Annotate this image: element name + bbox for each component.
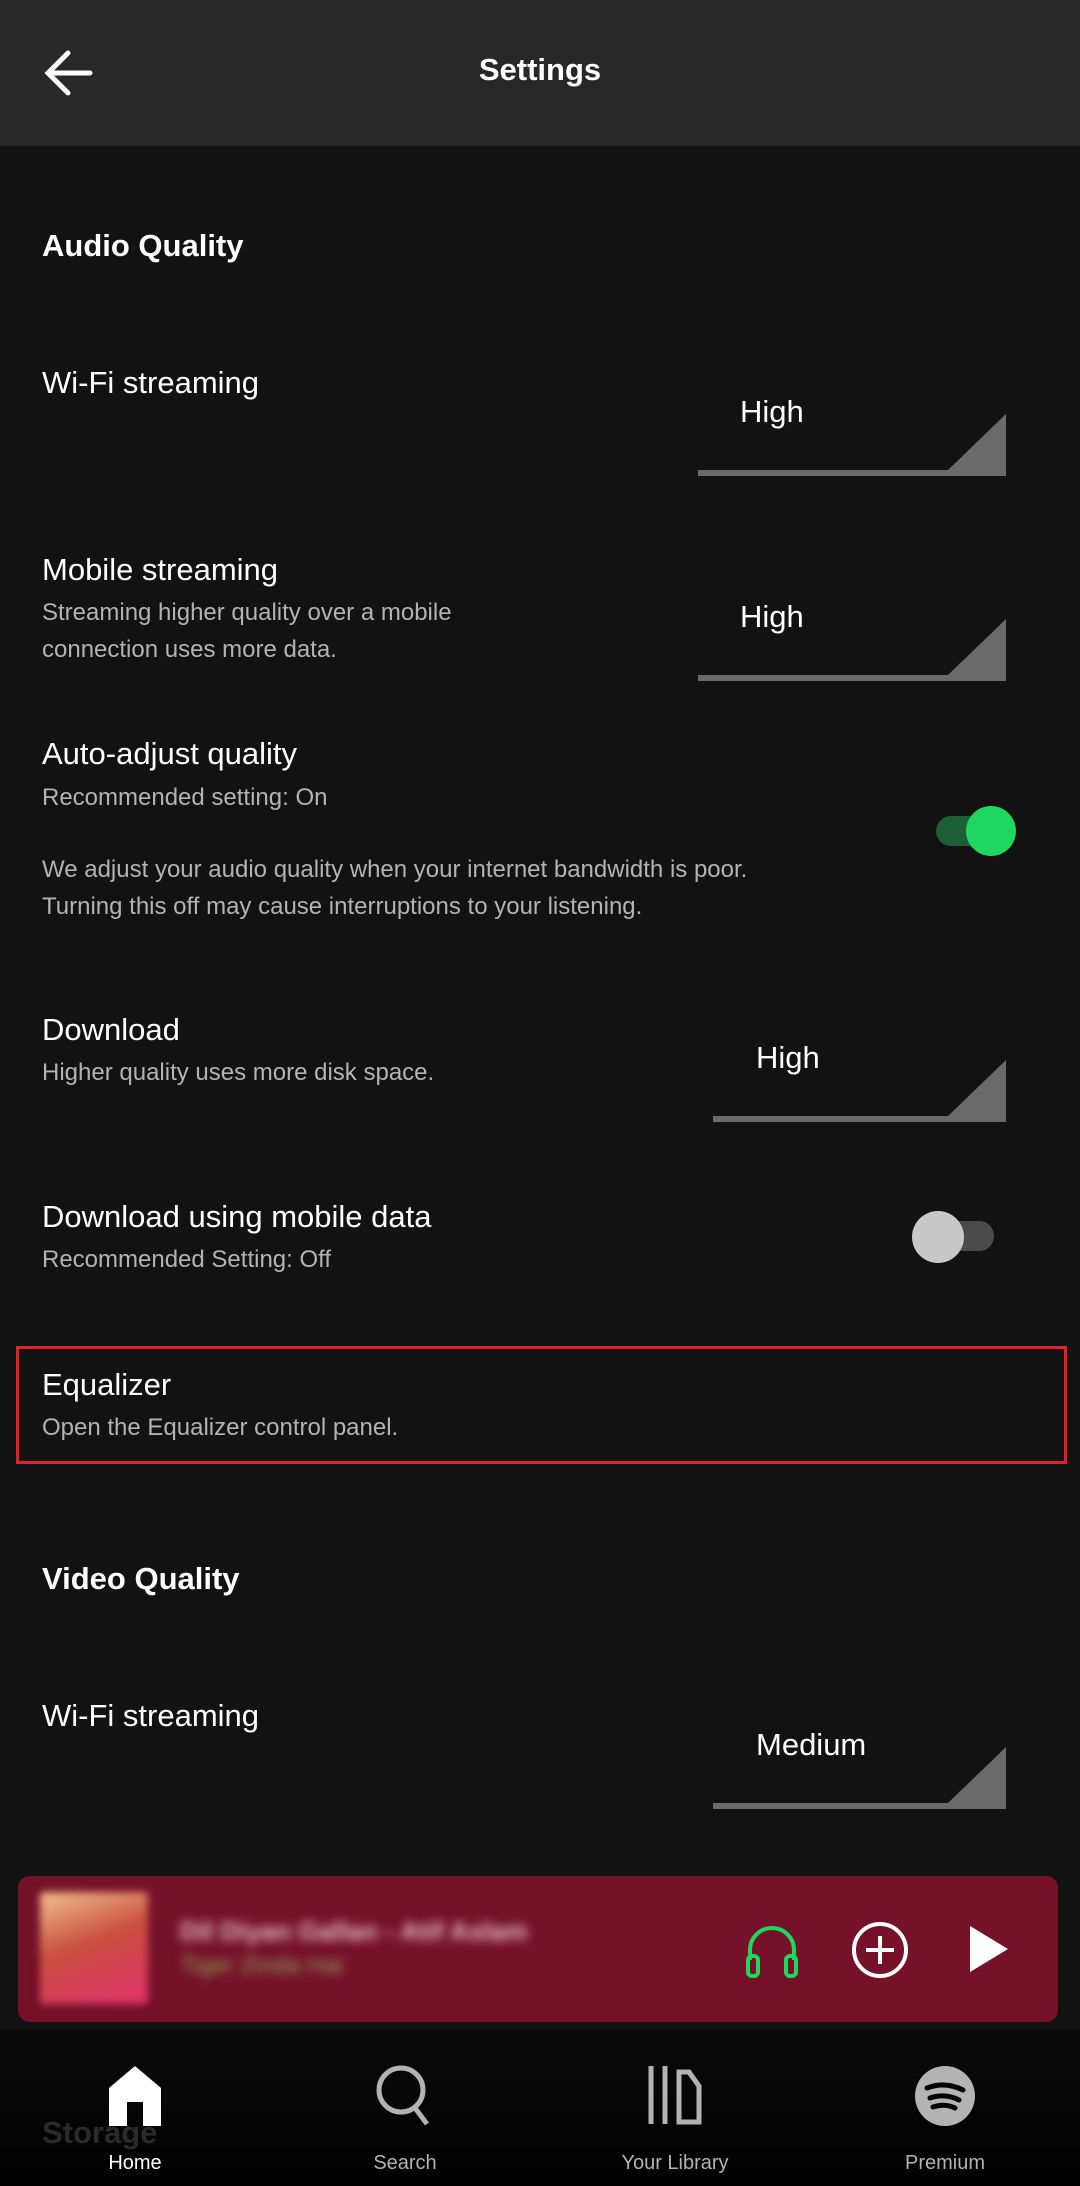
auto-adjust-title: Auto-adjust quality bbox=[42, 736, 298, 771]
auto-adjust-desc: We adjust your audio quality when your i… bbox=[42, 856, 748, 883]
auto-adjust-toggle[interactable] bbox=[936, 806, 1020, 856]
equalizer-desc: Open the Equalizer control panel. bbox=[42, 1414, 399, 1441]
download-mobile-rec: Recommended Setting: Off bbox=[42, 1246, 332, 1273]
app-header: Settings bbox=[0, 0, 1080, 146]
mobile-streaming-desc-2: connection uses more data. bbox=[42, 636, 337, 663]
song-artist: Tiger Zinda Hai bbox=[180, 1952, 344, 1979]
download-quality-select[interactable]: High bbox=[713, 1040, 1006, 1122]
auto-adjust-desc-2: Turning this off may cause interruptions… bbox=[42, 893, 643, 920]
add-circle-icon[interactable] bbox=[850, 1920, 910, 1980]
audio-quality-heading: Audio Quality bbox=[42, 228, 244, 263]
headphones-icon[interactable] bbox=[742, 1920, 802, 1980]
page-title: Settings bbox=[478, 52, 602, 87]
download-title: Download bbox=[42, 1012, 180, 1047]
wifi-streaming-title: Wi-Fi streaming bbox=[42, 365, 260, 400]
mobile-streaming-select[interactable]: High bbox=[698, 599, 1006, 681]
mobile-streaming-title: Mobile streaming bbox=[42, 552, 279, 587]
wifi-streaming-select[interactable]: High bbox=[698, 394, 1006, 476]
download-mobile-title: Download using mobile data bbox=[42, 1199, 432, 1234]
video-quality-heading: Video Quality bbox=[42, 1561, 240, 1596]
download-mobile-toggle[interactable] bbox=[912, 1209, 1002, 1263]
download-desc: Higher quality uses more disk space. bbox=[42, 1059, 435, 1086]
dropdown-triangle-icon bbox=[698, 414, 1006, 476]
nav-premium[interactable]: Premium bbox=[810, 2030, 1080, 2186]
nav-label: Premium bbox=[904, 2152, 985, 2174]
dropdown-triangle-icon bbox=[713, 1747, 1006, 1809]
search-icon bbox=[376, 2065, 429, 2126]
nav-library[interactable]: Your Library bbox=[540, 2030, 810, 2186]
mobile-streaming-desc: Streaming higher quality over a mobile bbox=[42, 599, 452, 626]
nav-label: Search bbox=[373, 2152, 437, 2174]
library-icon bbox=[648, 2066, 702, 2125]
equalizer-item[interactable] bbox=[16, 1346, 1067, 1464]
dropdown-triangle-icon bbox=[698, 619, 1006, 681]
video-wifi-select[interactable]: Medium bbox=[713, 1727, 1006, 1809]
nav-label: Home bbox=[108, 2152, 162, 2174]
play-icon[interactable] bbox=[966, 1924, 1012, 1974]
home-icon bbox=[109, 2066, 161, 2126]
nav-home[interactable]: Home bbox=[0, 2030, 270, 2186]
album-art bbox=[40, 1892, 148, 2004]
nav-search[interactable]: Search bbox=[270, 2030, 540, 2186]
song-title: Dil Diyan Gallan - Atif Aslam bbox=[180, 1916, 528, 1946]
spotify-icon bbox=[915, 2066, 975, 2126]
equalizer-title: Equalizer bbox=[42, 1367, 172, 1402]
auto-adjust-rec: Recommended setting: On bbox=[42, 784, 328, 811]
dropdown-triangle-icon bbox=[713, 1060, 1006, 1122]
video-wifi-title: Wi-Fi streaming bbox=[42, 1698, 260, 1733]
nav-label: Your Library bbox=[621, 2152, 729, 2174]
